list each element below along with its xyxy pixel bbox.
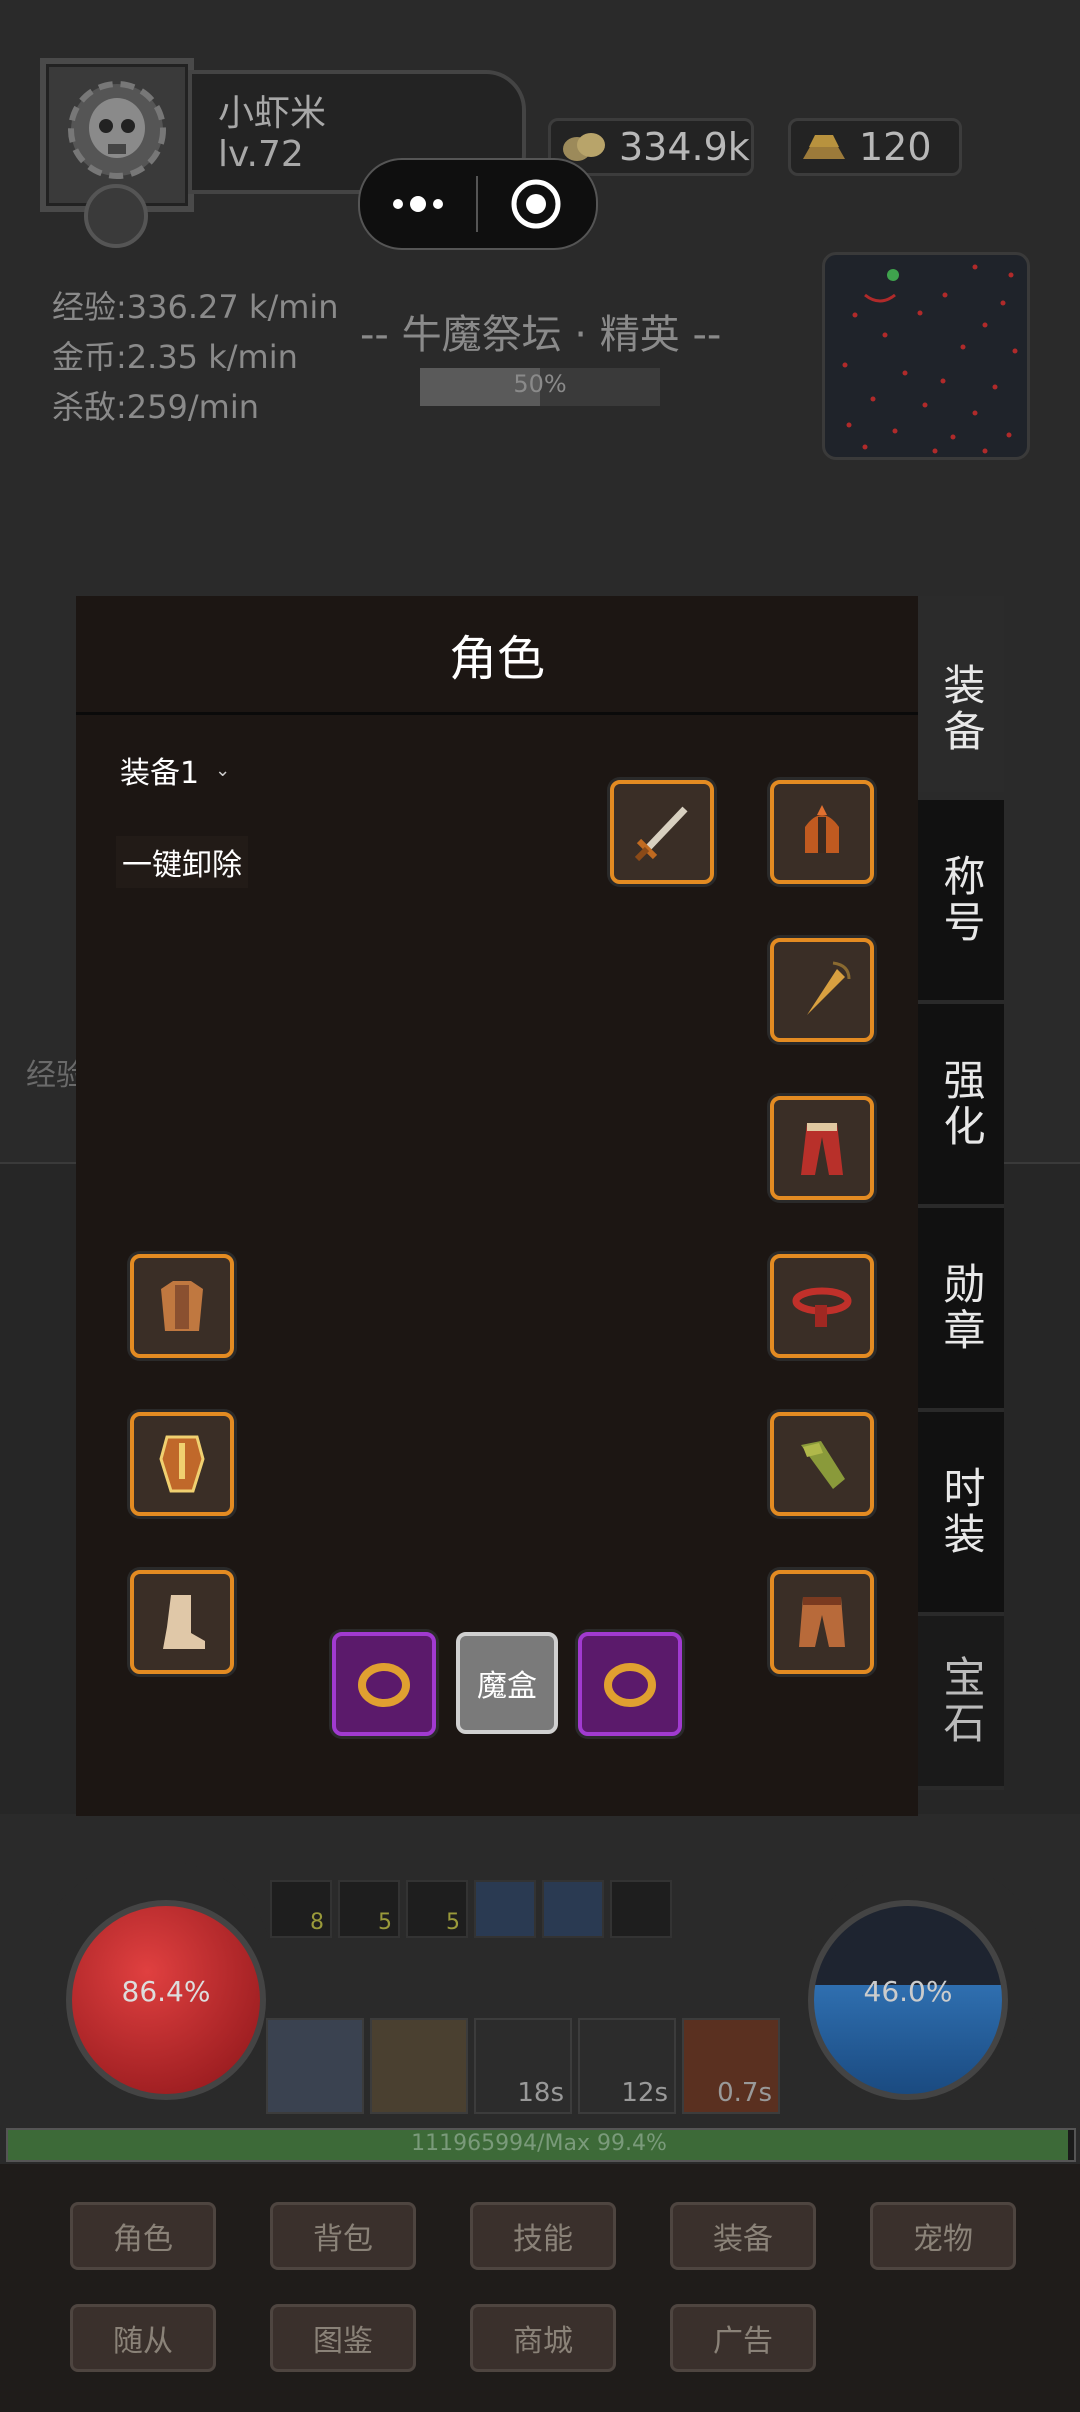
menu-skills[interactable]: 技能 (470, 2202, 616, 2270)
boots-icon (163, 1595, 205, 1649)
player-level: lv.72 (218, 134, 304, 175)
menu-followers[interactable]: 随从 (70, 2304, 216, 2372)
menu-ads[interactable]: 广告 (670, 2304, 816, 2372)
tab-gems[interactable]: 宝石 (918, 1616, 1004, 1790)
slot-boots[interactable] (130, 1570, 234, 1674)
tab-equipment[interactable]: 装备 (918, 596, 1004, 796)
stat-gold: 金币:2.35 k/min (52, 338, 298, 376)
slot-belt[interactable] (770, 1254, 874, 1358)
menu-equipment[interactable]: 装备 (670, 2202, 816, 2270)
slot-armor[interactable] (130, 1254, 234, 1358)
armor-icon (161, 1281, 203, 1331)
gold-bars-icon (803, 135, 845, 159)
buff-slot: 8 (270, 1880, 332, 1938)
miniprogram-capsule (358, 158, 598, 250)
unequip-all-button[interactable]: 一键卸除 (116, 836, 248, 888)
buff-slot: 5 (338, 1880, 400, 1938)
sword-icon (634, 806, 688, 862)
loadout-select[interactable]: 装备1 ⌄ (120, 748, 230, 792)
ring-icon (358, 1663, 410, 1707)
buff-slot (474, 1880, 536, 1938)
buff-slot: 5 (406, 1880, 468, 1938)
slot-bracer[interactable] (770, 1412, 874, 1516)
slot-ring-left[interactable] (332, 1632, 436, 1736)
skill-slot-3[interactable]: 18s (474, 2018, 572, 2114)
loadout-label: 装备1 (120, 756, 200, 791)
player-name: 小虾米 (218, 93, 327, 134)
tab-label: 装备 (937, 663, 986, 755)
tab-enhance[interactable]: 强化 (918, 1004, 1004, 1208)
tab-medals[interactable]: 勋章 (918, 1208, 1004, 1412)
close-miniprogram-button[interactable] (478, 160, 594, 248)
slot-cape[interactable] (770, 1096, 874, 1200)
menu-pets[interactable]: 宠物 (870, 2202, 1016, 2270)
minimap-enemies (842, 264, 1018, 454)
bars-amount: 120 (859, 125, 932, 169)
pants-icon (799, 1597, 845, 1647)
ring-icon (604, 1663, 656, 1707)
menu-codex[interactable]: 图鉴 (270, 2304, 416, 2372)
menu-shop[interactable]: 商城 (470, 2304, 616, 2372)
menu-character[interactable]: 角色 (70, 2202, 216, 2270)
skill-slot-4[interactable]: 12s (578, 2018, 676, 2114)
buff-slot (610, 1880, 672, 1938)
hp-percent: 86.4% (121, 1975, 211, 2008)
tab-label: 时装 (937, 1466, 986, 1558)
stat-exp: 经验:336.27 k/min (52, 288, 339, 326)
chevron-down-icon: ⌄ (215, 759, 231, 781)
bracer-icon (801, 1441, 845, 1489)
slot-pants[interactable] (770, 1570, 874, 1674)
slot-weapon[interactable] (610, 780, 714, 884)
slot-ring-right[interactable] (578, 1632, 682, 1736)
slot-amulet[interactable] (770, 938, 874, 1042)
exp-bar-text: 111965994/Max 99.4% (411, 2131, 667, 2156)
more-button[interactable] (360, 160, 476, 248)
stat-kills: 杀敌:259/min (52, 388, 259, 426)
amulet-icon (807, 961, 851, 1015)
panel-title: 角色 (76, 596, 918, 715)
magic-box-button[interactable]: 魔盒 (456, 1632, 558, 1734)
belt-icon (792, 1287, 852, 1327)
slot-shield[interactable] (130, 1412, 234, 1516)
minimap[interactable] (822, 252, 1030, 460)
mp-percent: 46.0% (863, 1975, 953, 2008)
tab-fashion[interactable]: 时装 (918, 1412, 1004, 1616)
skull-badge-icon (84, 184, 148, 248)
tab-label: 宝石 (937, 1655, 986, 1747)
skill-slot-5[interactable]: 0.7s (682, 2018, 780, 2114)
skill-slot-2[interactable] (370, 2018, 468, 2114)
bars-counter[interactable]: 120 (788, 118, 962, 176)
tab-label: 强化 (937, 1058, 986, 1150)
buff-slot (542, 1880, 604, 1938)
tab-titles[interactable]: 称号 (918, 800, 1004, 1004)
tab-label: 勋章 (937, 1262, 986, 1354)
slot-helmet[interactable] (770, 780, 874, 884)
shield-icon (159, 1435, 205, 1493)
skill-slot-1[interactable] (266, 2018, 364, 2114)
gold-amount: 334.9k (619, 125, 750, 169)
more-dots-icon (393, 196, 443, 212)
map-progress-label: 50% (513, 370, 567, 398)
tab-label: 称号 (937, 854, 986, 946)
target-close-icon (511, 179, 561, 229)
helmet-icon (805, 805, 839, 853)
map-title: -- 牛魔祭坛 · 精英 -- (360, 312, 722, 358)
menu-backpack[interactable]: 背包 (270, 2202, 416, 2270)
cape-icon (801, 1123, 843, 1175)
